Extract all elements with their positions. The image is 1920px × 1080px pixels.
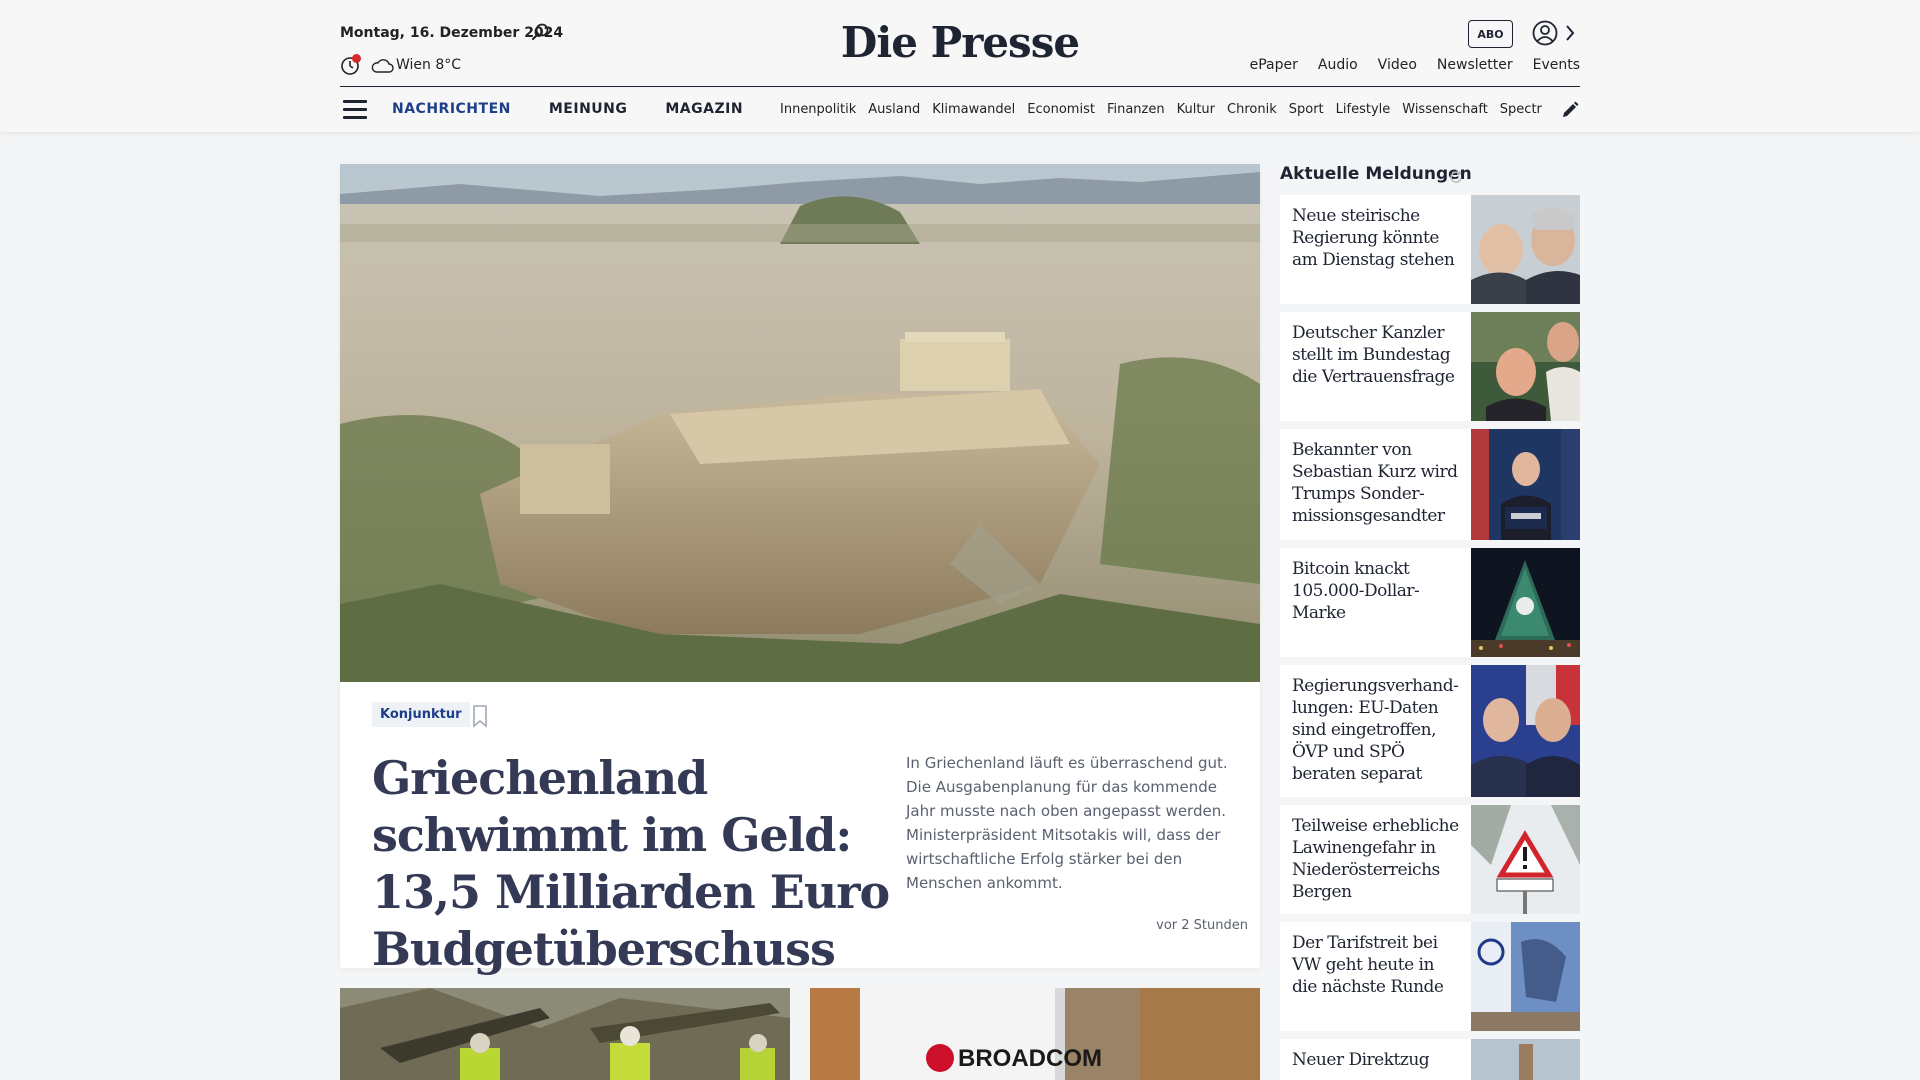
news-item[interactable]: Regierungsverhand-lungen: EU-Daten sind … — [1280, 665, 1580, 797]
news-item-thumbnail[interactable] — [1471, 805, 1580, 914]
link-epaper[interactable]: ePaper — [1250, 57, 1298, 73]
news-item-title[interactable]: Regierungsverhand-lungen: EU-Daten sind … — [1292, 675, 1460, 785]
news-item-title[interactable]: Neuer Direktzug — [1292, 1049, 1460, 1071]
news-item[interactable]: Deutscher Kanzler stellt im Bundestag di… — [1280, 312, 1580, 421]
subnav-wissenschaft[interactable]: Wissenschaft — [1402, 102, 1488, 117]
teaser-image-storm[interactable] — [340, 988, 790, 1080]
subnav-finanzen[interactable]: Finanzen — [1107, 102, 1165, 117]
link-video[interactable]: Video — [1378, 57, 1417, 73]
refresh-icon[interactable] — [1449, 170, 1463, 184]
site-logo[interactable]: Die Presse — [830, 18, 1090, 67]
news-item-title[interactable]: Bitcoin knackt 105.000-Dollar-Marke — [1292, 558, 1460, 624]
subnav-klimawandel[interactable]: Klimawandel — [932, 102, 1015, 117]
category-tag[interactable]: Konjunktur — [372, 702, 470, 727]
news-item[interactable]: Der Tarifstreit bei VW geht heute in die… — [1280, 922, 1580, 1031]
menu-icon[interactable] — [343, 100, 367, 120]
search-icon[interactable] — [530, 22, 550, 42]
news-item[interactable]: Bitcoin knackt 105.000-Dollar-Marke — [1280, 548, 1580, 657]
news-item[interactable]: Bekannter von Sebastian Kurz wird Trumps… — [1280, 429, 1580, 540]
subnav-lifestyle[interactable]: Lifestyle — [1336, 102, 1391, 117]
news-item-thumbnail[interactable] — [1471, 665, 1580, 797]
news-item-title[interactable]: Bekannter von Sebastian Kurz wird Trumps… — [1292, 439, 1460, 527]
hero-teaser: In Griechenland läuft es überraschend gu… — [906, 754, 1228, 892]
pencil-icon[interactable] — [1560, 100, 1580, 120]
subnav-innenpolitik[interactable]: Innenpolitik — [780, 102, 856, 117]
news-item-title[interactable]: Teilweise erhebliche Lawinengefahr in Ni… — [1292, 815, 1460, 903]
cloud-icon — [371, 59, 394, 73]
top-links: ePaper Audio Video Newsletter Events — [1250, 57, 1580, 73]
news-item-title[interactable]: Neue steirische Regierung könnte am Dien… — [1292, 205, 1460, 271]
hero-article[interactable]: Konjunktur Griechenland schwimmt im Geld… — [340, 164, 1260, 976]
subnav-spectrum[interactable]: Spectrum — [1500, 102, 1542, 117]
chevron-right-icon[interactable] — [1562, 23, 1578, 43]
notification-dot — [352, 54, 361, 63]
news-item[interactable]: Neuer Direktzug — [1280, 1039, 1580, 1080]
header-divider — [340, 86, 1580, 87]
link-events[interactable]: Events — [1533, 57, 1580, 73]
sidebar-heading: Aktuelle Meldungen — [1280, 164, 1472, 184]
news-item-thumbnail[interactable] — [1471, 195, 1580, 304]
main-nav: NACHRICHTEN MEINUNG MAGAZIN — [392, 101, 743, 117]
news-item-thumbnail[interactable] — [1471, 1039, 1580, 1080]
news-item[interactable]: Neue steirische Regierung könnte am Dien… — [1280, 195, 1580, 304]
nav-meinung[interactable]: MEINUNG — [549, 101, 628, 117]
subnav-ausland[interactable]: Ausland — [868, 102, 920, 117]
hero-headline[interactable]: Griechenland schwimmt im Geld: 13,5 Mill… — [372, 750, 892, 978]
hero-timestamp: vor 2 Stunden — [1156, 918, 1248, 933]
news-item-title[interactable]: Deutscher Kanzler stellt im Bundestag di… — [1292, 322, 1460, 388]
nav-magazin[interactable]: MAGAZIN — [665, 101, 743, 117]
bookmark-icon[interactable] — [470, 704, 490, 728]
weather-readout: Wien 8°C — [396, 57, 462, 73]
link-newsletter[interactable]: Newsletter — [1437, 57, 1513, 73]
teaser-image-broadcom[interactable]: BROADCOM — [810, 988, 1260, 1080]
abo-button[interactable]: ABO — [1468, 20, 1513, 48]
news-item-thumbnail[interactable] — [1471, 429, 1580, 540]
hero-image[interactable] — [340, 164, 1260, 682]
news-item[interactable]: Teilweise erhebliche Lawinengefahr in Ni… — [1280, 805, 1580, 914]
broadcom-sign-text: BROADCOM — [958, 1045, 1102, 1072]
site-header: Montag, 16. Dezember 2024 Wien 8°C Die P… — [0, 0, 1920, 132]
news-item-thumbnail[interactable] — [1471, 922, 1580, 1031]
user-account-icon[interactable] — [1532, 20, 1558, 46]
subnav-kultur[interactable]: Kultur — [1177, 102, 1215, 117]
subnav-chronik[interactable]: Chronik — [1227, 102, 1277, 117]
sub-nav: Innenpolitik Ausland Klimawandel Economi… — [780, 102, 1542, 117]
subnav-economist[interactable]: Economist — [1027, 102, 1095, 117]
news-item-thumbnail[interactable] — [1471, 312, 1580, 421]
news-item-thumbnail[interactable] — [1471, 548, 1580, 657]
link-audio[interactable]: Audio — [1318, 57, 1358, 73]
news-item-title[interactable]: Der Tarifstreit bei VW geht heute in die… — [1292, 932, 1460, 998]
nav-nachrichten[interactable]: NACHRICHTEN — [392, 101, 511, 117]
subnav-sport[interactable]: Sport — [1289, 102, 1324, 117]
